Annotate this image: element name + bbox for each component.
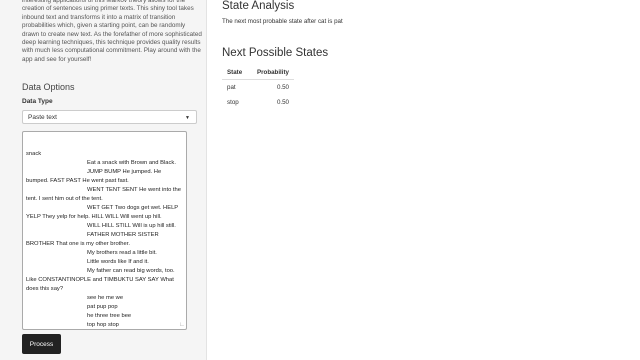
analysis-result-text: The next most probable state after cat i…	[222, 18, 343, 25]
text-line: WENT TENT SENT He went into the	[87, 187, 181, 193]
text-line: Eat a snack with Brown and Black.	[87, 160, 176, 166]
table-row: stop 0.50	[222, 95, 294, 110]
text-line: does this say?	[26, 286, 64, 292]
next-states-table: State Probability pat 0.50 stop 0.50	[222, 66, 294, 110]
text-lines: snack Eat a snack with Brown and Black. JU…	[26, 150, 184, 329]
text-line: he three tree bee	[87, 313, 132, 319]
table-header-row: State Probability	[222, 66, 294, 80]
text-line: Like CONSTANTINOPLE and TIMBUKTU SAY SAY…	[26, 277, 174, 283]
text-line: BROTHER That one is my other brother.	[26, 241, 130, 247]
column-header-probability: Probability	[249, 66, 294, 80]
next-states-heading: Next Possible States	[222, 47, 329, 59]
text-line: pat pup pop	[87, 304, 118, 310]
column-header-state: State	[222, 66, 249, 80]
text-line: JUMP BUMP He jumped. He	[87, 169, 162, 175]
text-line: snack	[26, 151, 42, 157]
text-line: tent. I sent him out of the tent.	[26, 196, 103, 202]
text-line: Little words like If and it.	[87, 259, 149, 265]
text-line: WILL HILL STILL Will is up hill still.	[87, 223, 176, 229]
data-options-heading: Data Options	[22, 82, 75, 92]
text-line: WET GET Two dogs get wet. HELP	[87, 205, 179, 211]
text-input-area[interactable]: snack Eat a snack with Brown and Black. JU…	[22, 131, 187, 330]
state-cell: stop	[227, 98, 239, 106]
process-button[interactable]: Process	[22, 334, 61, 354]
main-panel: State Analysis The next most probable st…	[207, 0, 640, 360]
resize-grip-icon[interactable]: ∟	[179, 322, 185, 328]
text-line: My father can read big words, too.	[87, 268, 175, 274]
text-line: see he me we	[87, 295, 124, 301]
probability-cell: 0.50	[276, 98, 289, 106]
probability-cell: 0.50	[276, 83, 289, 91]
intro-text: interesting applications of this Markov …	[22, 0, 202, 63]
state-cell: pat	[227, 83, 236, 91]
sidebar-panel: interesting applications of this Markov …	[0, 0, 207, 360]
table-row: pat 0.50	[222, 80, 294, 95]
text-line: FATHER MOTHER SISTER	[87, 232, 159, 238]
text-line: YELP They yelp for help. HILL WILL Will …	[26, 214, 162, 220]
data-type-selected-value: Paste text	[28, 114, 57, 121]
text-line: top hop stop	[87, 322, 119, 328]
state-analysis-heading: State Analysis	[222, 0, 295, 12]
text-line: My brothers read a little bit.	[87, 250, 157, 256]
text-line: bumped. FAST PAST He went past fast.	[26, 178, 129, 184]
caret-down-icon: ▼	[185, 115, 190, 121]
data-type-label: Data Type	[22, 98, 53, 105]
data-type-select[interactable]: Paste text ▼	[22, 110, 197, 124]
